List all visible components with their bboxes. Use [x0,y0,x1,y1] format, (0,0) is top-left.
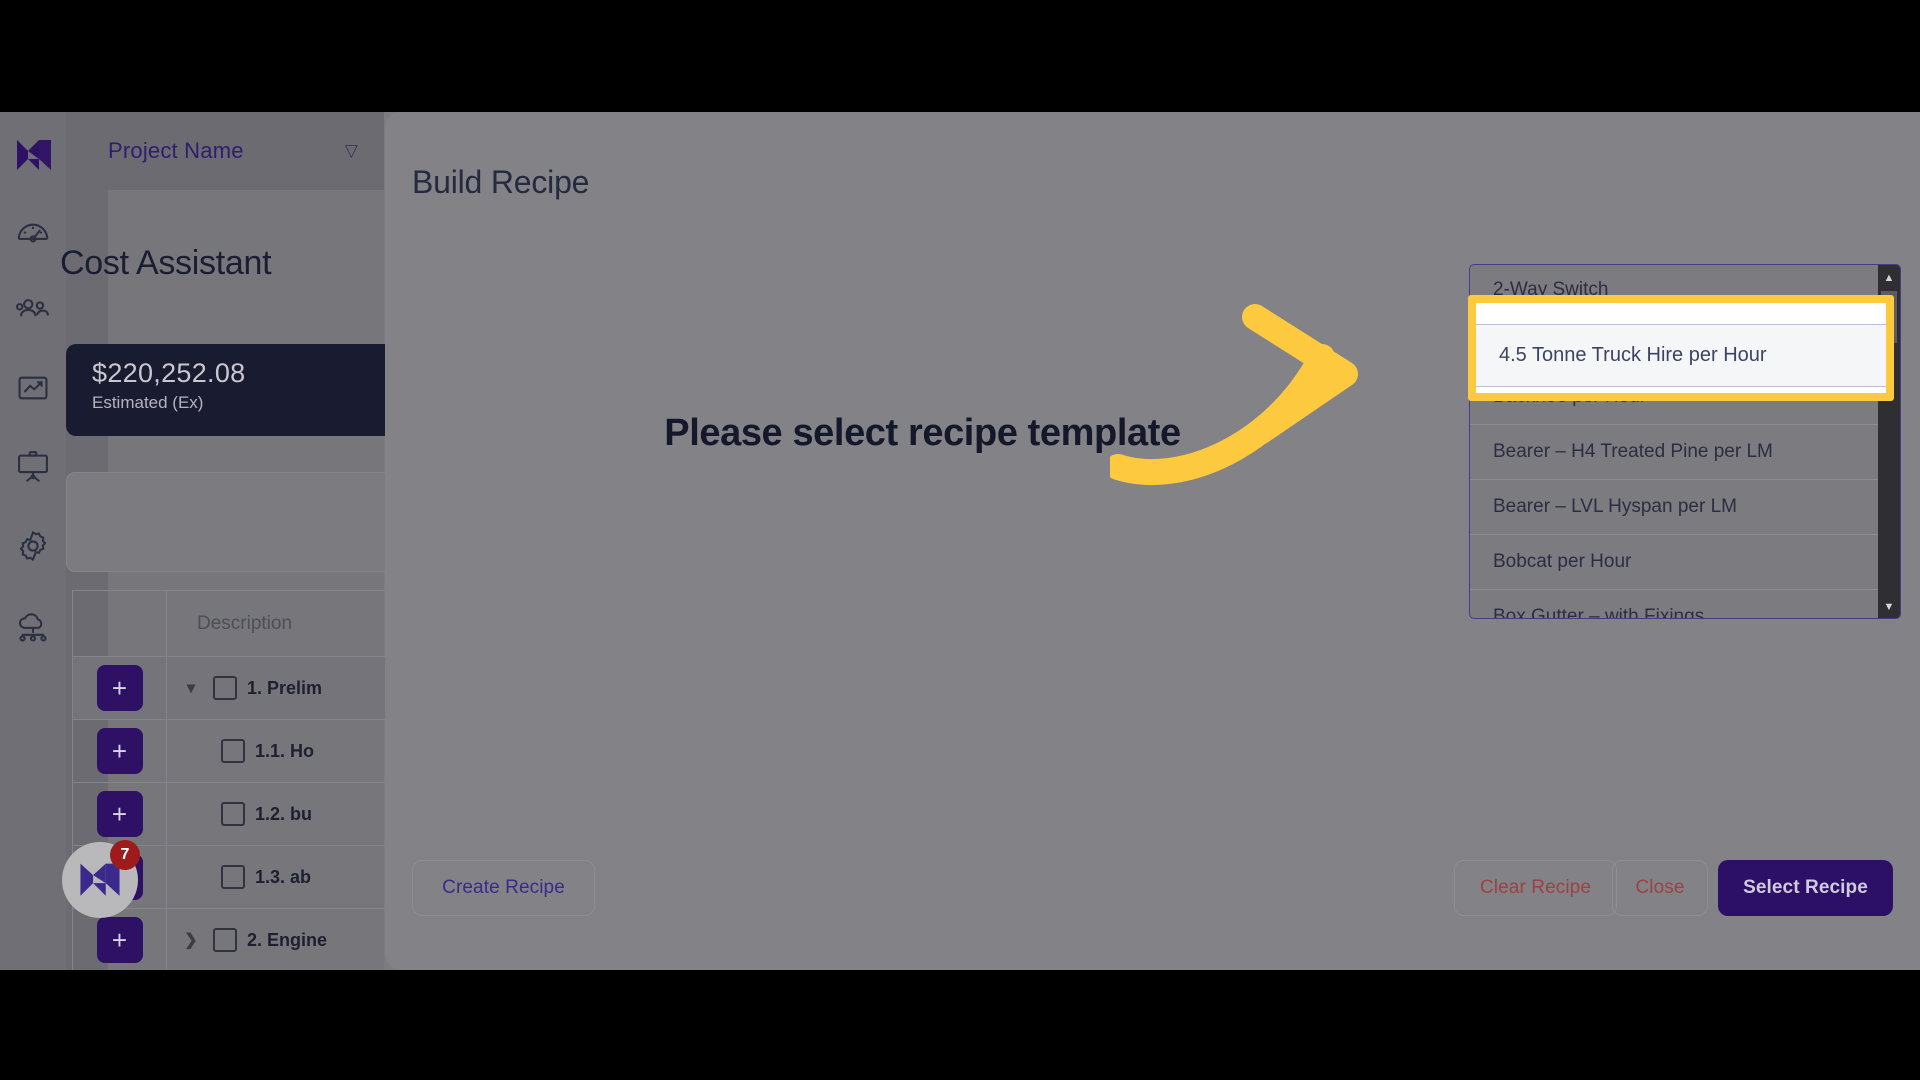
row-description-label: 1.3. ab [255,866,312,887]
boq-table: Description + ▾ 1. Prelim + 1.1. Ho + 1.… [72,590,402,970]
sidebar-item-presentations[interactable] [14,448,52,486]
modal-footer: Create Recipe Clear Recipe Close Select … [385,820,1920,970]
row-description-cell: 1.3. ab [167,846,402,908]
row-description-label: 2. Engine [247,929,328,950]
row-description-cell: ▾ 1. Prelim [167,657,402,719]
row-description-cell: ❯ 2. Engine [167,909,402,970]
dropdown-option[interactable]: Bobcat per Hour [1470,535,1900,590]
close-button[interactable]: Close [1612,860,1708,916]
row-checkbox[interactable] [221,802,245,826]
add-item-button[interactable]: + [96,917,143,963]
people-group-icon [14,290,52,328]
chart-trend-icon [14,369,52,407]
page-title: Cost Assistant [60,244,272,282]
sidebar-item-settings[interactable] [14,527,52,565]
table-row[interactable]: + ❯ 2. Engine [73,909,402,970]
add-item-button[interactable]: + [96,791,143,837]
caret-down-icon[interactable]: ▼ [1878,596,1900,618]
dropdown-option[interactable]: Bearer – LVL Hyspan per LM [1470,480,1900,535]
dropdown-option[interactable]: Box Gutter – with Fixings [1470,590,1900,618]
table-header-row: Description [73,590,402,657]
annotation-highlight-box: 4.5 Tonne Truck Hire per Hour [1468,295,1894,401]
add-item-button[interactable]: + [96,728,143,774]
row-add-cell: + [73,783,167,845]
chat-unread-badge: 7 [110,840,140,870]
add-item-button[interactable]: + [96,665,143,711]
table-row[interactable]: + 1.2. bu [73,783,402,846]
clear-recipe-button[interactable]: Clear Recipe [1454,860,1617,916]
momentum-m-logo-icon[interactable] [14,137,54,173]
sidebar-item-dashboard[interactable] [14,212,52,250]
row-description-label: 1.2. bu [255,803,313,824]
project-name-label: Project Name [108,138,244,163]
column-header-description: Description [197,612,293,634]
dropdown-option[interactable]: Bearer – H4 Treated Pine per LM [1470,425,1900,480]
chevron-right-icon[interactable]: ❯ [179,930,203,950]
modal-empty-state-text: Please select recipe template [664,412,1181,454]
sidebar-item-teams[interactable] [14,290,52,328]
modal-title: Build Recipe [412,164,590,200]
row-description-label: 1.1. Ho [255,740,315,761]
row-description-cell: 1.1. Ho [167,720,402,782]
select-recipe-button[interactable]: Select Recipe [1718,860,1893,916]
sidebar-item-integrations[interactable] [14,606,52,644]
gear-settings-icon [14,527,52,565]
row-checkbox[interactable] [213,676,237,700]
estimated-cost-amount: $220,252.08 [92,358,246,388]
sidebar-icon-rail [0,112,66,970]
create-recipe-button[interactable]: Create Recipe [412,860,595,916]
column-header-actions [73,590,167,657]
application-viewport: Project Name ▽ ❯ Cost Assistant $220,252… [0,112,1920,970]
chevron-down-icon[interactable]: ▽ [345,141,358,161]
sidebar-item-reports[interactable] [14,369,52,407]
sidebar-filter-panel [66,472,396,572]
table-row[interactable]: + ▾ 1. Prelim [73,657,402,720]
row-description-cell: 1.2. bu [167,783,402,845]
estimated-cost-card: $220,252.08 Estimated (Ex) [66,344,396,436]
row-checkbox[interactable] [213,928,237,952]
row-add-cell: + [73,909,167,970]
row-checkbox[interactable] [221,739,245,763]
table-row[interactable]: + 1.1. Ho [73,720,402,783]
highlighted-dropdown-option[interactable]: 4.5 Tonne Truck Hire per Hour [1476,324,1886,387]
project-selector[interactable]: Project Name ▽ [66,112,384,190]
cloud-network-icon [14,606,52,644]
row-checkbox[interactable] [221,865,245,889]
screenshot-canvas: Project Name ▽ ❯ Cost Assistant $220,252… [0,0,1920,1080]
row-add-cell: + [73,657,167,719]
row-add-cell: + [73,720,167,782]
dashboard-gauge-icon [14,212,52,250]
row-description-label: 1. Prelim [247,677,323,698]
chevron-down-icon[interactable]: ▾ [179,678,203,698]
caret-up-icon[interactable]: ▲ [1878,267,1900,289]
presentation-board-icon [14,448,52,486]
estimated-cost-label: Estimated (Ex) [92,393,204,412]
